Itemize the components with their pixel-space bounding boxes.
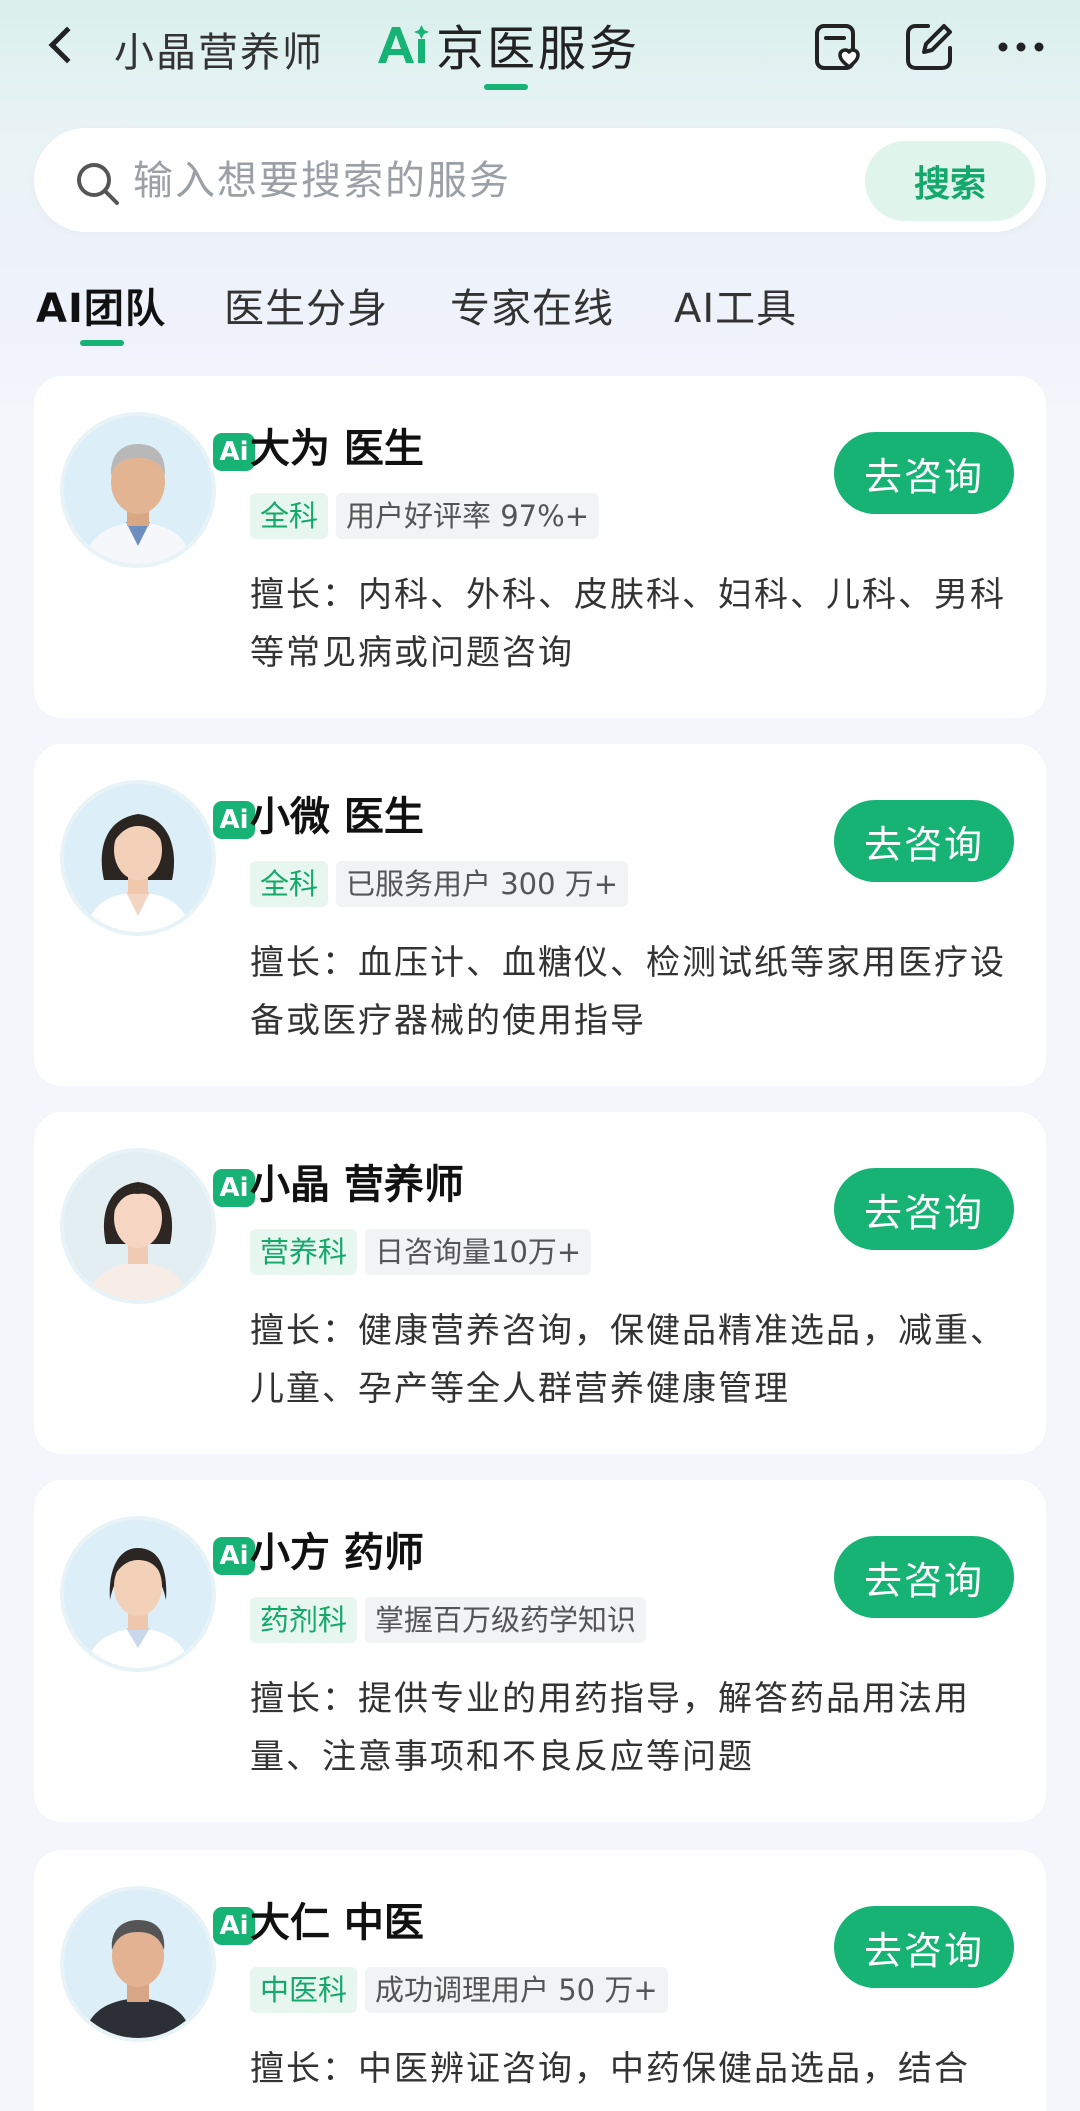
avatar (60, 1148, 216, 1304)
doctor-card[interactable]: Ai 大为 医生 全科 用户好评率 97%+ 去咨询 擅长：内科、外科、皮肤科、… (34, 376, 1046, 718)
tab-ai-tools[interactable]: AI工具 (674, 276, 797, 334)
avatar-wrap: Ai (60, 1516, 258, 1672)
back-arrow-icon (48, 26, 86, 64)
department-tag: 全科 (250, 493, 329, 539)
edit-icon[interactable] (902, 20, 956, 74)
tag-row: 药剂科 掌握百万级药学知识 (250, 1597, 647, 1643)
department-tag: 营养科 (250, 1229, 358, 1275)
search-icon (77, 163, 119, 205)
avatar (60, 1516, 216, 1672)
stat-tag: 掌握百万级药学知识 (365, 1597, 647, 1643)
avatar (60, 412, 216, 568)
tcm-doctor-portrait-icon (64, 1890, 212, 2038)
pharmacist-portrait-icon (64, 1520, 212, 1668)
tag-row: 全科 用户好评率 97%+ (250, 493, 599, 539)
tag-row: 中医科 成功调理用户 50 万+ (250, 1967, 668, 2013)
consult-button[interactable]: 去咨询 (834, 432, 1014, 514)
tab-active-indicator (80, 340, 124, 346)
app-root: 小晶营养师 京医服务 输入想要搜索的服务 搜索 AI团队 医生分身 专家在线 A… (0, 0, 1080, 2111)
doctor-name: 大仁 中医 (250, 1900, 424, 1946)
consult-button[interactable]: 去咨询 (834, 1168, 1014, 1250)
specialty-text: 擅长：提供专业的用药指导，解答药品用法用量、注意事项和不良反应等问题 (250, 1679, 970, 1777)
search-bar: 搜索 (34, 128, 1046, 232)
stat-tag: 用户好评率 97%+ (336, 493, 599, 539)
doctor-card[interactable]: Ai 小晶 营养师 营养科 日咨询量10万+ 去咨询 擅长：健康营养咨询，保健品… (34, 1112, 1046, 1454)
department-tag: 中医科 (250, 1967, 358, 2013)
avatar-wrap: Ai (60, 780, 258, 936)
avatar-wrap: Ai (60, 1886, 258, 2042)
more-icon[interactable] (994, 20, 1048, 74)
back-button[interactable] (36, 22, 86, 72)
doctor-name: 大为 医生 (250, 426, 424, 472)
avatar-wrap: Ai (60, 412, 258, 568)
stat-tag: 日咨询量10万+ (365, 1229, 592, 1275)
specialty-text: 擅长：内科、外科、皮肤科、妇科、儿科、男科等常见病或问题咨询 (250, 575, 1006, 673)
specialty-text: 擅长：中医辨证咨询，中药保健品选品，结合 (250, 2049, 970, 2089)
favorite-list-icon[interactable] (812, 20, 866, 74)
consult-button[interactable]: 去咨询 (834, 800, 1014, 882)
search-button[interactable]: 搜索 (865, 141, 1035, 221)
specialty-text: 擅长：血压计、血糖仪、检测试纸等家用医疗设备或医疗器械的使用指导 (250, 943, 1006, 1041)
service-title[interactable]: 京医服务 (374, 14, 640, 77)
consult-button[interactable]: 去咨询 (834, 1906, 1014, 1988)
doctor-name: 小方 药师 (250, 1530, 424, 1576)
top-bar: 小晶营养师 京医服务 (0, 0, 1080, 110)
service-title-text: 京医服务 (436, 21, 641, 77)
stat-tag: 已服务用户 300 万+ (336, 861, 629, 907)
doctor-name: 小晶 营养师 (250, 1162, 464, 1208)
stat-tag: 成功调理用户 50 万+ (365, 1967, 668, 2013)
search-input[interactable] (133, 149, 693, 213)
avatar (60, 780, 216, 936)
nutritionist-portrait-icon (64, 1152, 212, 1300)
avatar (60, 1886, 216, 2042)
tab-ai-team[interactable]: AI团队 (36, 276, 166, 334)
specialty-text: 擅长：健康营养咨询，保健品精准选品，减重、儿童、孕产等全人群营养健康管理 (250, 1311, 1006, 1409)
doctor-portrait-icon (64, 416, 212, 564)
title-active-indicator (484, 84, 528, 90)
tab-experts-online[interactable]: 专家在线 (450, 276, 614, 334)
tag-row: 全科 已服务用户 300 万+ (250, 861, 629, 907)
consult-button[interactable]: 去咨询 (834, 1536, 1014, 1618)
avatar-wrap: Ai (60, 1148, 258, 1304)
category-tabs: AI团队 医生分身 专家在线 AI工具 (0, 270, 1080, 350)
doctor-card[interactable]: Ai 小微 医生 全科 已服务用户 300 万+ 去咨询 擅长：血压计、血糖仪、… (34, 744, 1046, 1086)
doctor-name: 小微 医生 (250, 794, 424, 840)
department-tag: 药剂科 (250, 1597, 358, 1643)
doctor-card[interactable]: Ai 大仁 中医 中医科 成功调理用户 50 万+ 去咨询 擅长：中医辨证咨询，… (34, 1850, 1046, 2111)
ai-logo-icon (378, 25, 429, 63)
department-tag: 全科 (250, 861, 329, 907)
doctor-portrait-icon (64, 784, 212, 932)
tab-doctor-avatar[interactable]: 医生分身 (224, 276, 388, 334)
doctor-card[interactable]: Ai 小方 药师 药剂科 掌握百万级药学知识 去咨询 擅长：提供专业的用药指导，… (34, 1480, 1046, 1822)
assistant-title[interactable]: 小晶营养师 (114, 20, 324, 78)
tag-row: 营养科 日咨询量10万+ (250, 1229, 592, 1275)
